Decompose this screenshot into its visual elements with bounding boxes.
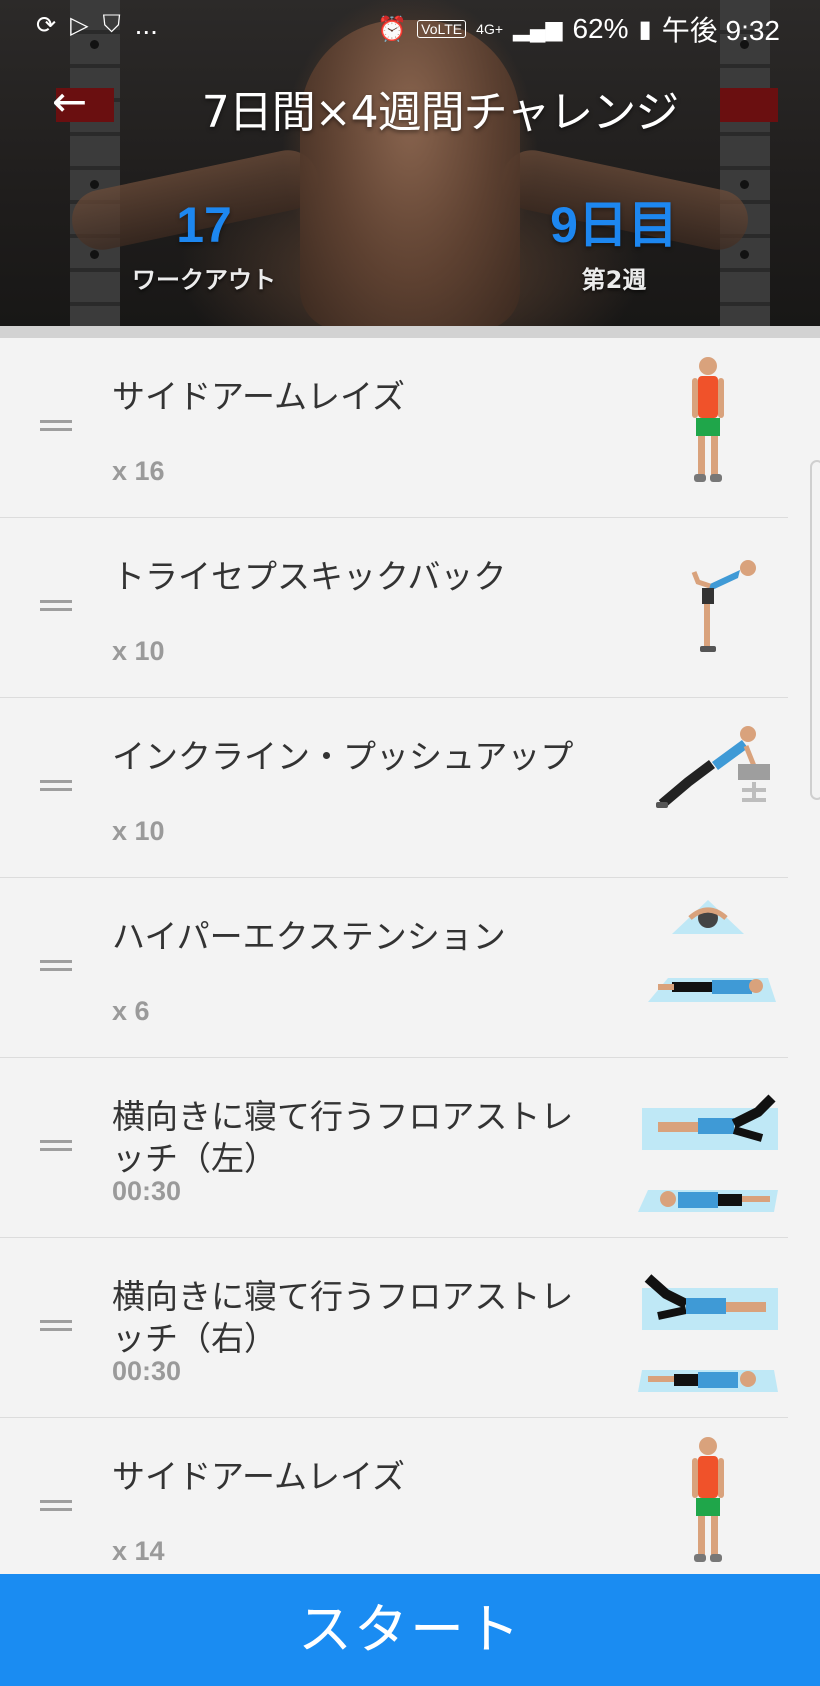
exercise-name: インクライン・プッシュアップ (112, 737, 574, 776)
current-week: 第2週 (581, 266, 647, 294)
side-floor-stretch-left-figure-icon (638, 1094, 778, 1212)
signal-icon: ▂▄▆ (513, 16, 563, 41)
back-arrow-icon[interactable]: ← (52, 80, 96, 124)
exercise-reps: x 10 (112, 816, 165, 846)
exercise-name: サイドアームレイズ (112, 1457, 406, 1496)
drag-handle-icon[interactable] (40, 960, 72, 974)
status-bar: ⟳ ▷ ⛉ ... ⏰ VoLTE 4G+ ▂▄▆ 62% ▮ 午後 9:32 (0, 0, 820, 50)
exercise-reps: x 10 (112, 636, 165, 666)
page-title: 7日間×4週間チャレンジ (201, 87, 679, 138)
exercise-reps: x 6 (112, 996, 150, 1026)
battery-icon: ▮ (638, 15, 652, 43)
drag-handle-icon[interactable] (40, 780, 72, 794)
header-banner: ⟳ ▷ ⛉ ... ⏰ VoLTE 4G+ ▂▄▆ 62% ▮ 午後 9:32 … (0, 0, 820, 326)
side-floor-stretch-right-figure-icon (638, 1274, 778, 1392)
drag-handle-icon[interactable] (40, 1140, 72, 1154)
start-button[interactable]: スタート (0, 1574, 820, 1686)
battery-percent: 62% (572, 13, 629, 44)
network-indicator: 4G+ (476, 21, 504, 37)
play-store-icon: ▷ (70, 11, 89, 39)
drag-handle-icon[interactable] (40, 600, 72, 614)
exercise-row[interactable]: ハイパーエクステンション x 6 (0, 878, 788, 1058)
exercise-name: ハイパーエクステンション (112, 917, 506, 956)
exercise-reps: x 16 (112, 456, 165, 486)
exercise-row[interactable]: サイドアームレイズ x 14 (0, 1418, 788, 1598)
alarm-icon: ⏰ (377, 15, 408, 43)
day-stat: 9日目 第2週 (484, 196, 744, 295)
volte-indicator: VoLTE (417, 20, 467, 38)
drag-handle-icon[interactable] (40, 420, 72, 434)
workouts-stat: 17 ワークアウト (74, 196, 334, 295)
workouts-label: ワークアウト (132, 266, 276, 294)
side-arm-raise-figure-icon (692, 357, 724, 482)
exercise-duration: 00:30 (112, 1356, 182, 1386)
exercise-row[interactable]: 横向きに寝て行うフロアストレッチ（左） 00:30 (0, 1058, 788, 1238)
shield-icon: ⛉ (102, 11, 121, 38)
exercise-name: 横向きに寝て行うフロアストレッチ（左） (112, 1097, 574, 1178)
more-notifications: ... (134, 9, 158, 40)
exercise-name: トライセプスキックバック (112, 557, 507, 596)
hyperextension-figure-icon (648, 900, 776, 1002)
sync-icon: ⟳ (36, 11, 57, 39)
workouts-count: 17 (176, 197, 232, 253)
exercise-name: サイドアームレイズ (112, 377, 406, 416)
exercise-row[interactable]: サイドアームレイズ x 16 (0, 338, 788, 518)
exercise-list: サイドアームレイズ x 16 トライセプスキックバック x 10 インクライン・… (0, 338, 820, 1598)
exercise-name: 横向きに寝て行うフロアストレッチ（右） (112, 1277, 574, 1358)
current-day: 9日目 (550, 197, 678, 253)
exercise-row[interactable]: 横向きに寝て行うフロアストレッチ（右） 00:30 (0, 1238, 788, 1418)
drag-handle-icon[interactable] (40, 1500, 72, 1514)
clock: 午後 9:32 (661, 15, 780, 46)
header-divider (0, 326, 820, 338)
triceps-kickback-figure-icon (691, 560, 756, 652)
exercise-row[interactable]: インクライン・プッシュアップ x 10 (0, 698, 788, 878)
incline-pushup-figure-icon (656, 726, 770, 808)
drag-handle-icon[interactable] (40, 1320, 72, 1334)
exercise-duration: 00:30 (112, 1176, 182, 1206)
side-arm-raise-figure-icon (692, 1437, 724, 1562)
exercise-reps: x 14 (112, 1536, 165, 1566)
exercise-row[interactable]: トライセプスキックバック x 10 (0, 518, 788, 698)
scroll-indicator[interactable] (810, 460, 820, 800)
